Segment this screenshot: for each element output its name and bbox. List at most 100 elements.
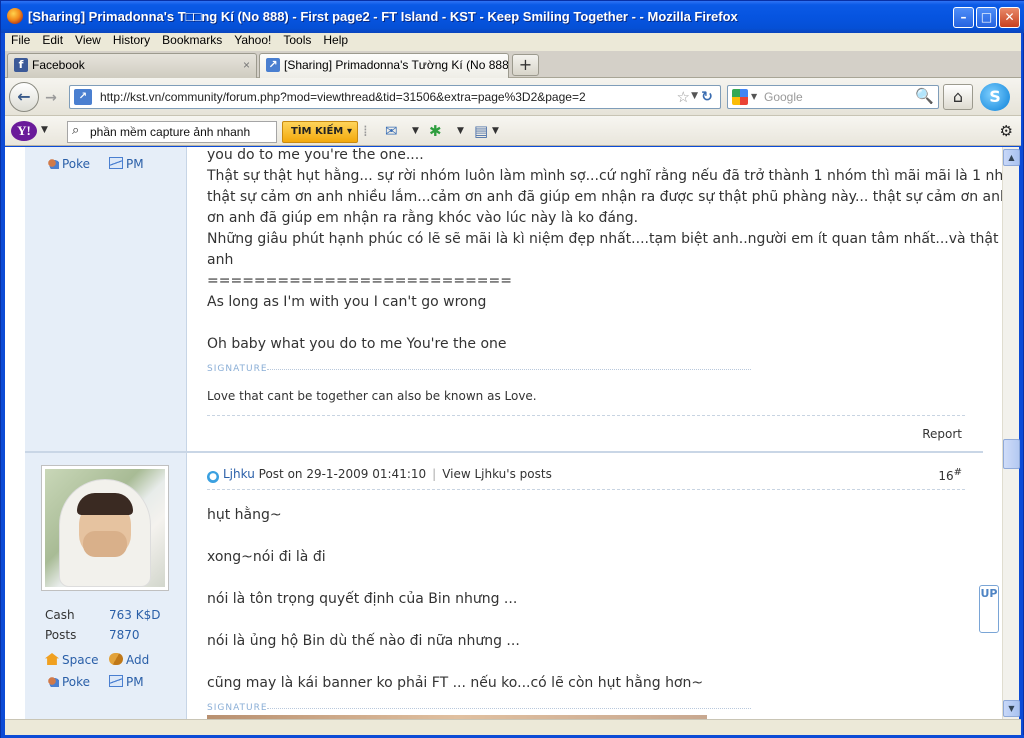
messenger-icon[interactable]: ✱	[429, 122, 442, 140]
vertical-scrollbar[interactable]: ▲ ▼	[1002, 147, 1020, 719]
add-friend-link[interactable]: Add	[109, 653, 149, 667]
tab-close-icon[interactable]: ×	[243, 54, 250, 76]
menu-file[interactable]: File	[5, 33, 36, 47]
space-link[interactable]: Space	[45, 653, 99, 667]
tab-bar: f Facebook × ↗ [Sharing] Primadonna's Tư…	[5, 51, 1021, 79]
yahoo-dropdown-icon[interactable]: ▼	[41, 125, 48, 135]
post-content: you do to me you're the one.... Thật sự …	[187, 147, 1002, 451]
new-tab-button[interactable]: +	[512, 54, 539, 76]
scroll-down-button[interactable]: ▼	[1003, 700, 1020, 717]
pm-label: PM	[126, 157, 144, 171]
post-line: you do to me you're the one....	[207, 147, 424, 163]
post-number[interactable]: 16#	[938, 467, 962, 483]
notepad-dropdown-icon[interactable]: ▼	[492, 126, 499, 136]
report-link[interactable]: Report	[922, 427, 962, 441]
search-icon[interactable]: 🔍	[915, 87, 934, 105]
signature-label: SIGNATURE	[207, 703, 268, 713]
reload-button[interactable]: ↻	[697, 87, 717, 107]
menu-bookmarks[interactable]: Bookmarks	[156, 33, 228, 47]
space-label: Space	[62, 653, 99, 667]
pm-label: PM	[126, 675, 144, 689]
post-author-panel: Cash 763 K$D Posts 7870 Space Add Poke P…	[25, 453, 187, 719]
forward-button[interactable]: →	[41, 88, 61, 108]
search-bar[interactable]: ▼ Google 🔍	[727, 85, 939, 109]
minimize-button[interactable]: –	[953, 7, 974, 28]
status-bar	[5, 719, 1021, 735]
back-button[interactable]: ←	[9, 82, 39, 112]
post-footer-divider	[207, 415, 965, 416]
avatar-image	[45, 469, 165, 587]
menu-tools[interactable]: Tools	[277, 33, 317, 47]
post-line: Oh baby what you do to me You're the one	[207, 336, 507, 352]
maximize-button[interactable]: □	[976, 7, 997, 28]
scroll-thumb[interactable]	[1003, 439, 1020, 469]
pm-link[interactable]: PM	[109, 157, 144, 171]
post-line: ==========================	[207, 273, 512, 289]
yahoo-toolbar: Y! ▼ ⌕ phần mềm capture ảnh nhanh TÌM KI…	[5, 116, 1021, 146]
home-icon	[45, 653, 59, 665]
gear-icon[interactable]: ⚙	[1000, 122, 1013, 140]
post-line: anh	[207, 252, 234, 268]
signature-divider	[267, 369, 751, 370]
add-label: Add	[126, 653, 150, 667]
tab-facebook[interactable]: f Facebook ×	[7, 53, 257, 78]
navigation-bar: ← → ↗ http://kst.vn/community/forum.php?…	[5, 78, 1021, 116]
scroll-to-top-button[interactable]: UP	[979, 585, 999, 633]
poke-link[interactable]: Poke	[45, 157, 90, 171]
cash-label: Cash	[45, 608, 75, 622]
menu-bar: File Edit View History Bookmarks Yahoo! Tools H…	[5, 33, 1021, 51]
signature-label: SIGNATURE	[207, 364, 268, 374]
home-button[interactable]: ⌂	[943, 84, 973, 110]
site-icon: ↗	[74, 89, 92, 105]
skype-icon[interactable]: S	[980, 83, 1010, 111]
menu-view[interactable]: View	[69, 33, 107, 47]
post-line: cũng may là kái banner ko phải FT ... nế…	[207, 675, 704, 691]
tab-kst-thread[interactable]: ↗ [Sharing] Primadonna's Tường Kí (No 88…	[259, 53, 509, 79]
poke-icon	[45, 675, 59, 687]
envelope-icon	[109, 157, 123, 169]
posts-value[interactable]: 7870	[109, 628, 140, 642]
menu-help[interactable]: Help	[317, 33, 354, 47]
url-bar[interactable]: ↗ http://kst.vn/community/forum.php?mod=…	[69, 85, 721, 109]
post-number-value: 16	[938, 469, 954, 483]
post-line: ơn anh đã giúp em nhận ra rằng khóc vào …	[207, 210, 639, 226]
forum-post: Poke PM you do to me you're the one.... …	[5, 147, 1002, 451]
menu-edit[interactable]: Edit	[36, 33, 69, 47]
post-line: As long as I'm with you I can't go wrong	[207, 294, 487, 310]
view-posts-link[interactable]: View Ljhku's posts	[442, 467, 552, 481]
yahoo-logo[interactable]: Y!	[11, 121, 37, 141]
post-line: nói là tôn trọng quyết định của Bin nhưn…	[207, 591, 518, 607]
poke-icon	[45, 157, 59, 169]
bookmark-star-icon[interactable]: ☆	[677, 88, 690, 106]
close-button[interactable]: ✕	[999, 7, 1020, 28]
window-title: [Sharing] Primadonna's T□□ng Kí (No 888)…	[28, 9, 738, 24]
menu-history[interactable]: History	[107, 33, 156, 47]
avatar[interactable]	[41, 465, 169, 591]
search-engine-dropdown-icon[interactable]: ▼	[751, 92, 757, 101]
yahoo-search-button[interactable]: TÌM KIẾM	[282, 121, 358, 143]
signature-text: Love that cant be together can also be k…	[207, 389, 537, 403]
handshake-icon	[109, 653, 123, 665]
post-line: hụt hằng~	[207, 507, 282, 523]
title-bar: [Sharing] Primadonna's T□□ng Kí (No 888)…	[1, 1, 1024, 33]
mail-icon[interactable]: ✉	[385, 122, 398, 140]
author-link[interactable]: Ljhku	[223, 467, 255, 481]
signature-divider	[267, 708, 751, 709]
notepad-icon[interactable]: ▤	[474, 122, 488, 140]
yahoo-search-query: phần mềm capture ảnh nhanh	[90, 125, 251, 139]
post-date: Post on 29-1-2009 01:41:10	[258, 467, 427, 481]
google-icon[interactable]	[732, 89, 748, 105]
menu-yahoo[interactable]: Yahoo!	[228, 33, 277, 47]
post-line: nói là ủng hộ Bin dù thế nào đi nữa nhưn…	[207, 633, 520, 649]
post-line: xong~nói đi là đi	[207, 549, 326, 565]
url-text: http://kst.vn/community/forum.php?mod=vi…	[100, 90, 586, 104]
poke-link[interactable]: Poke	[45, 675, 90, 689]
mail-dropdown-icon[interactable]: ▼	[412, 126, 419, 136]
messenger-dropdown-icon[interactable]: ▼	[457, 126, 464, 136]
facebook-icon: f	[14, 58, 28, 72]
pm-link[interactable]: PM	[109, 675, 144, 689]
yahoo-search-input[interactable]: ⌕ phần mềm capture ảnh nhanh	[67, 121, 277, 143]
post-meta: ● Ljhku Post on 29-1-2009 01:41:10 | View L…	[207, 467, 552, 483]
tab-label: Facebook	[32, 58, 85, 72]
scroll-up-button[interactable]: ▲	[1003, 149, 1020, 166]
